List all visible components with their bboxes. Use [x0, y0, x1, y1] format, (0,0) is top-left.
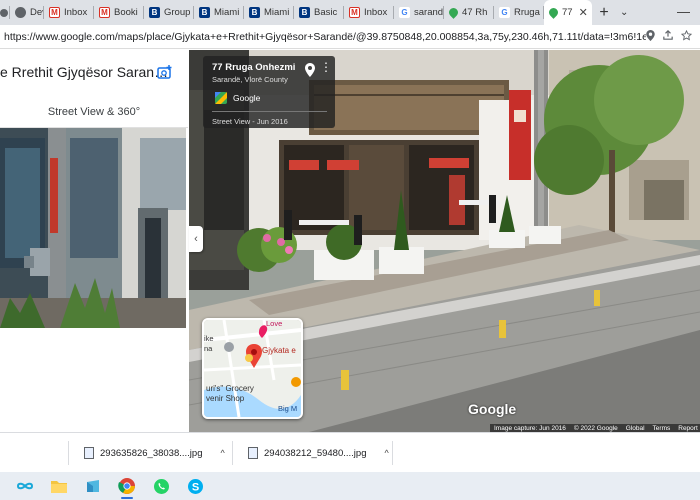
map-label-grocery: uri's" Grocery	[206, 384, 254, 393]
maps-icon	[447, 6, 460, 19]
share-icon[interactable]	[663, 30, 673, 43]
tab-10[interactable]: 47 Rh	[444, 0, 494, 25]
google-maps-icon	[215, 92, 227, 104]
chevron-left-icon: ‹	[194, 233, 198, 245]
copyright-text: © 2022 Google	[573, 425, 618, 432]
tab-label: Miami	[214, 7, 240, 18]
tab-label: Group	[164, 7, 191, 18]
booking-icon: B	[249, 7, 260, 18]
chrome-icon[interactable]	[110, 472, 144, 500]
tab-2[interactable]: M Inbox	[44, 0, 94, 25]
street-view-360-label[interactable]: Street View & 360°	[0, 106, 188, 118]
download-item[interactable]: 293635826_38038....jpg ^	[84, 443, 225, 463]
image-capture-text: Image capture: Jun 2016	[494, 425, 566, 432]
divider	[392, 441, 393, 465]
gmail-icon: M	[99, 7, 110, 18]
google-icon: G	[399, 7, 410, 18]
tab-label: Inbox	[64, 7, 88, 18]
divider	[68, 441, 69, 465]
place-panel: e Rrethit Gjyqësor Saran… Street View & …	[0, 50, 188, 432]
tab-label: Inbox	[364, 7, 388, 18]
more-options-icon[interactable]: ⋮	[320, 61, 332, 73]
tab-label: Devi	[30, 7, 44, 18]
new-tab-button[interactable]: +	[592, 4, 616, 22]
tab-8[interactable]: M Inbox	[344, 0, 394, 25]
tab-label: Miami	[264, 7, 290, 18]
report-link[interactable]: Report	[678, 425, 698, 432]
global-link[interactable]: Global	[626, 425, 645, 432]
divider	[212, 111, 327, 112]
download-filename: 293635826_38038....jpg	[100, 447, 203, 459]
map-label-ke: ike	[204, 334, 214, 343]
tab-12-active[interactable]: 77 ✕	[544, 0, 592, 25]
tab-3[interactable]: M Booki	[94, 0, 144, 25]
capture-date-label: Street View - Jun 2016	[212, 117, 288, 126]
whatsapp-icon[interactable]	[144, 472, 178, 500]
google-logo: Google	[468, 401, 517, 417]
map-label-big: Big M	[278, 404, 298, 413]
chevron-up-icon[interactable]: ^	[385, 448, 389, 458]
globe-icon	[0, 8, 8, 17]
image-file-icon	[84, 447, 94, 459]
svg-text:S: S	[191, 481, 198, 493]
tab-6[interactable]: B Miami	[244, 0, 294, 25]
tab-7[interactable]: B Basic	[294, 0, 344, 25]
gmail-icon: M	[49, 7, 60, 18]
globe-icon	[15, 7, 26, 18]
add-photo-icon[interactable]	[157, 64, 173, 80]
collapse-panel-button[interactable]: ‹	[189, 226, 203, 252]
divider	[232, 441, 233, 465]
download-filename: 294038212_59480....jpg	[264, 447, 367, 459]
ms-store-icon[interactable]	[76, 472, 110, 500]
tab-label: Rruga	[514, 7, 540, 18]
copilot-icon[interactable]	[8, 472, 42, 500]
tab-label: 47 Rh	[462, 7, 488, 18]
terms-link[interactable]: Terms	[653, 425, 671, 432]
bookmark-star-icon[interactable]	[680, 29, 693, 44]
tab-label: 77	[562, 7, 573, 18]
tab-9[interactable]: G sarand	[394, 0, 444, 25]
skype-icon[interactable]: S	[178, 472, 212, 500]
tab-11[interactable]: G Rruga	[494, 0, 544, 25]
sv-locality: Sarandë, Vlorë County	[212, 75, 288, 84]
location-icon[interactable]	[646, 29, 655, 44]
map-label-gjykata: Gjykata e	[262, 346, 296, 355]
map-label-na: na	[204, 344, 213, 353]
image-file-icon	[248, 447, 258, 459]
tab-4[interactable]: B Group	[144, 0, 194, 25]
minimap[interactable]: Love ike na Gjykata e uri's" Grocery ven…	[202, 318, 303, 419]
minimize-icon[interactable]: —	[677, 4, 690, 19]
booking-icon: B	[199, 7, 210, 18]
maps-icon	[547, 6, 560, 19]
google-icon: G	[499, 7, 510, 18]
tab-strip: Devi M Inbox M Booki B Group B Miami B M…	[0, 0, 700, 25]
location-pin-icon[interactable]	[305, 63, 315, 77]
download-item[interactable]: 294038212_59480....jpg ^	[248, 443, 389, 463]
tab-5[interactable]: B Miami	[194, 0, 244, 25]
provider-label: Google	[233, 93, 261, 103]
url-field[interactable]: https://www.google.com/maps/place/Gjykat…	[0, 31, 646, 43]
booking-icon: B	[299, 7, 310, 18]
sv-address: 77 Rruga Onhezmi	[212, 62, 296, 73]
street-view-thumbnail[interactable]	[0, 128, 186, 328]
map-label-love: Love	[266, 319, 283, 328]
street-view-info-card: 77 Rruga Onhezmi Sarandë, Vlorë County ⋮…	[203, 56, 335, 128]
chevron-up-icon[interactable]: ^	[221, 448, 225, 458]
tab-label: Basic	[314, 7, 338, 18]
tab-0[interactable]	[0, 0, 10, 25]
taskbar: S	[0, 472, 700, 500]
tab-1[interactable]: Devi	[10, 0, 44, 25]
download-bar: 293635826_38038....jpg ^ 294038212_59480…	[0, 432, 700, 472]
tab-overflow-icon[interactable]: ⌄	[620, 7, 628, 18]
close-icon[interactable]: ✕	[579, 6, 588, 19]
map-label-souvenir: venir Shop	[206, 394, 245, 403]
address-bar: https://www.google.com/maps/place/Gjykat…	[0, 25, 700, 49]
file-explorer-icon[interactable]	[42, 472, 76, 500]
tab-label: Booki	[114, 7, 138, 18]
place-title: e Rrethit Gjyqësor Saran…	[0, 64, 169, 80]
gmail-icon: M	[349, 7, 360, 18]
tab-label: sarand	[414, 7, 444, 18]
booking-icon: B	[149, 7, 160, 18]
